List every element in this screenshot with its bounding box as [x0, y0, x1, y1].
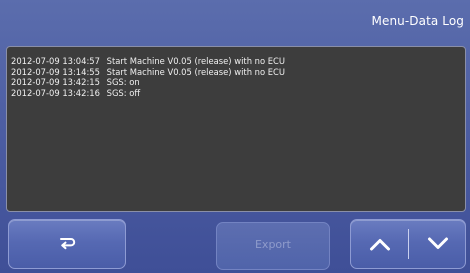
scroll-nav-group	[350, 219, 466, 269]
log-timestamp: 2012-07-09 13:42:15	[11, 77, 100, 87]
scroll-up-button[interactable]	[351, 220, 408, 268]
log-timestamp: 2012-07-09 13:14:55	[11, 66, 100, 77]
log-timestamp: 2012-07-09 13:42:16	[11, 87, 100, 98]
log-message: SGS: on	[106, 77, 140, 87]
log-entry: 2012-07-09 13:42:15 SGS: on	[11, 77, 285, 88]
title-bar: Menu-Data Log	[0, 0, 470, 44]
log-message: SGS: off	[106, 87, 141, 98]
export-label: Export	[254, 238, 291, 251]
export-button[interactable]: Export	[216, 222, 330, 270]
page-title: Menu-Data Log	[371, 14, 464, 28]
scroll-down-button[interactable]	[409, 220, 466, 268]
log-entry: 2012-07-09 13:42:16 SGS: off	[11, 88, 285, 99]
log-entry: 2012-07-09 13:14:55 Start Machine V0.05 …	[11, 67, 285, 78]
log-message: Start Machine V0.05 (release) with no EC…	[106, 66, 286, 77]
return-arrow-icon	[60, 238, 76, 250]
log-panel[interactable]: 2012-07-09 13:04:57 Start Machine V0.05 …	[6, 46, 466, 212]
chevron-down-icon	[427, 237, 448, 249]
log-entry: 2012-07-09 13:04:57 Start Machine V0.05 …	[11, 56, 285, 67]
log-message: Start Machine V0.05 (release) with no EC…	[106, 56, 286, 66]
back-button[interactable]	[8, 219, 126, 269]
log-list: 2012-07-09 13:04:57 Start Machine V0.05 …	[11, 56, 285, 98]
log-timestamp: 2012-07-09 13:04:57	[11, 56, 100, 66]
data-log-screen: Menu-Data Log 2012-07-09 13:04:57 Start …	[0, 0, 470, 273]
chevron-up-icon	[369, 239, 390, 251]
